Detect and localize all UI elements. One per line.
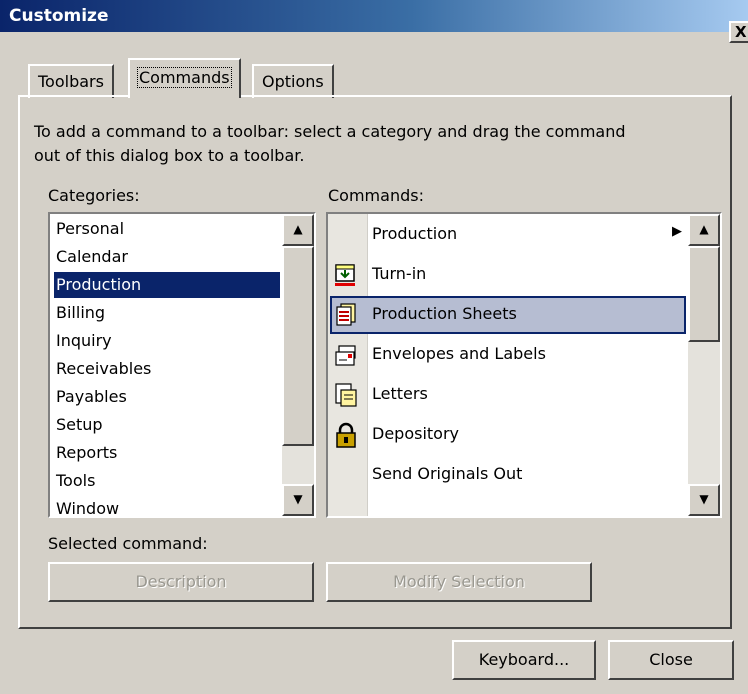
command-item-send-originals-out[interactable]: Send Originals Out: [330, 456, 686, 494]
turn-in-icon: [335, 264, 355, 286]
keyboard-button[interactable]: Keyboard...: [452, 640, 596, 680]
letters-icon: [335, 383, 357, 407]
list-item[interactable]: Tools: [54, 468, 95, 494]
command-item-turn-in[interactable]: Turn-in: [330, 256, 686, 294]
categories-listbox[interactable]: Personal Calendar Production Billing Inq…: [48, 212, 316, 518]
commands-scrollbar[interactable]: ▲ ▼: [688, 214, 720, 516]
command-label: Envelopes and Labels: [372, 344, 546, 363]
categories-scrollbar[interactable]: ▲ ▼: [282, 214, 314, 516]
list-item[interactable]: Inquiry: [54, 328, 112, 354]
command-label: Production Sheets: [372, 304, 517, 323]
list-item[interactable]: Window: [54, 496, 119, 516]
command-label: Turn-in: [372, 264, 427, 283]
scroll-up-icon[interactable]: ▲: [688, 214, 720, 246]
list-item[interactable]: Calendar: [54, 244, 128, 270]
selected-command-label: Selected command:: [48, 534, 208, 553]
tab-options[interactable]: Options: [252, 64, 334, 98]
scroll-down-icon[interactable]: ▼: [282, 484, 314, 516]
tab-label: Toolbars: [38, 72, 104, 91]
command-item-envelopes[interactable]: Envelopes and Labels: [330, 336, 686, 374]
scroll-thumb[interactable]: [282, 246, 314, 446]
command-item-letters[interactable]: Letters: [330, 376, 686, 414]
scroll-thumb[interactable]: [688, 246, 720, 342]
lock-icon: [336, 422, 356, 448]
envelopes-icon: [335, 345, 356, 366]
instruction-line-1: To add a command to a toolbar: select a …: [34, 122, 626, 141]
list-item[interactable]: Payables: [54, 384, 127, 410]
tab-commands[interactable]: Commands: [128, 58, 241, 98]
list-item[interactable]: Receivables: [54, 356, 151, 382]
command-label: Send Originals Out: [372, 464, 523, 483]
categories-label: Categories:: [48, 186, 140, 205]
tab-toolbars[interactable]: Toolbars: [28, 64, 114, 98]
list-item[interactable]: Reports: [54, 440, 117, 466]
modify-selection-button[interactable]: Modify Selection: [326, 562, 592, 602]
window-title: Customize: [9, 6, 109, 26]
tab-label: Commands: [137, 67, 232, 88]
submenu-arrow-icon: ▶: [672, 224, 682, 239]
command-label: Depository: [372, 424, 459, 443]
tab-label: Options: [262, 72, 324, 91]
command-item-depository[interactable]: Depository: [330, 416, 686, 454]
description-button[interactable]: Description: [48, 562, 314, 602]
command-label: Letters: [372, 384, 428, 403]
list-item[interactable]: Billing: [54, 300, 105, 326]
close-icon[interactable]: X: [729, 21, 748, 43]
list-item[interactable]: Setup: [54, 412, 103, 438]
command-item-production[interactable]: Production ▶: [330, 216, 686, 254]
list-item[interactable]: Personal: [54, 216, 124, 242]
commands-listbox[interactable]: Production ▶ Turn-in Production Sheets E…: [326, 212, 722, 518]
scroll-up-icon[interactable]: ▲: [282, 214, 314, 246]
command-item-production-sheets[interactable]: Production Sheets: [330, 296, 686, 334]
close-button[interactable]: Close: [608, 640, 734, 680]
command-label: Production: [372, 224, 458, 243]
scroll-down-icon[interactable]: ▼: [688, 484, 720, 516]
title-bar: Customize: [0, 0, 748, 32]
production-sheets-icon: [336, 303, 356, 326]
list-item-selected[interactable]: Production: [54, 272, 280, 298]
commands-label: Commands:: [328, 186, 424, 205]
instruction-line-2: out of this dialog box to a toolbar.: [34, 146, 305, 165]
